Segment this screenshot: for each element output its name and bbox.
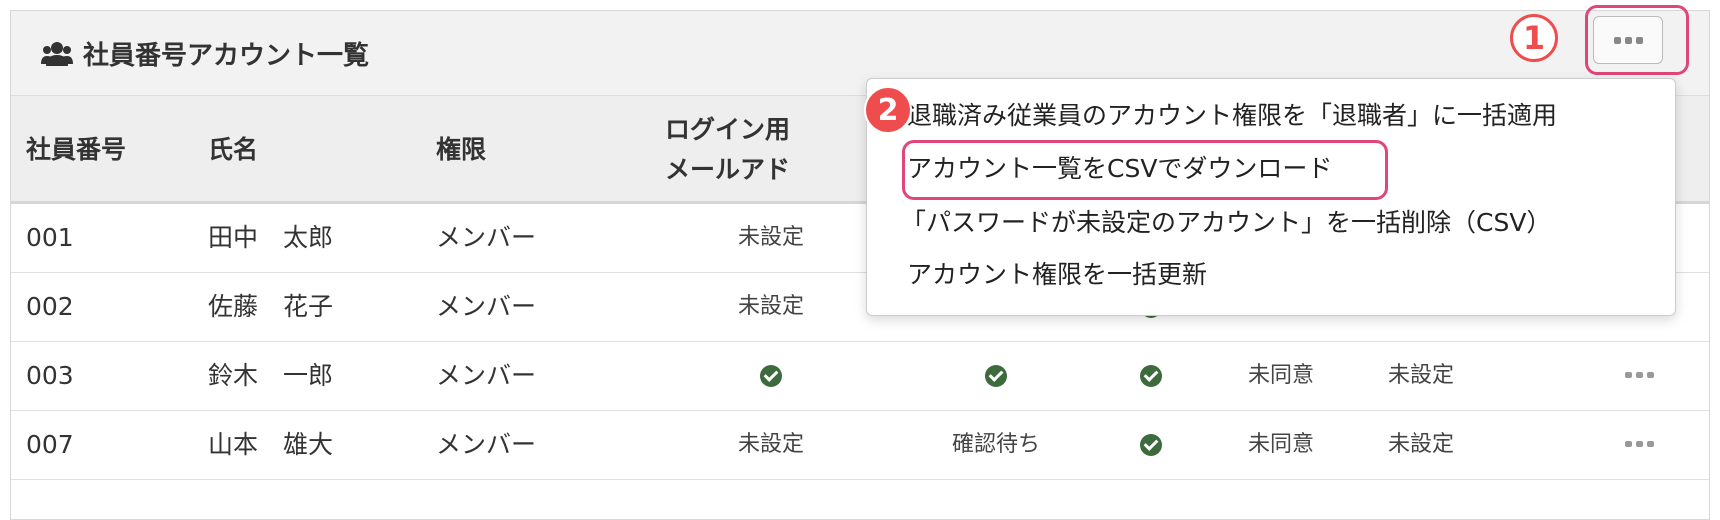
- employee-name: 山本 雄大: [208, 430, 334, 459]
- consent-status: 未同意: [1247, 363, 1314, 388]
- employee-role: メンバー: [436, 223, 537, 252]
- status-col5: 未設定: [1387, 363, 1454, 388]
- header-login-line2: メールアド: [665, 155, 791, 184]
- employee-role: メンバー: [436, 292, 537, 321]
- check-icon: [760, 365, 782, 387]
- step-1-marker: 1: [1510, 14, 1558, 62]
- employee-name: 田中 太郎: [208, 223, 334, 252]
- login-status: 未設定: [737, 294, 804, 319]
- employee-no: 001: [26, 223, 74, 252]
- login-status: 未設定: [737, 225, 804, 250]
- employee-role: メンバー: [436, 361, 537, 390]
- menu-item-apply-retired[interactable]: 退職済み従業員のアカウント権限を「退職者」に一括適用: [907, 96, 1557, 136]
- employee-role: メンバー: [436, 430, 537, 459]
- row-more-button[interactable]: [1625, 372, 1654, 378]
- login-status: [711, 342, 831, 410]
- employee-name: 佐藤 花子: [208, 292, 334, 321]
- confirm-status: [911, 342, 1081, 410]
- check-icon: [1140, 434, 1162, 456]
- confirm-status: 確認待ち: [951, 432, 1040, 457]
- status-col3: [1121, 342, 1181, 410]
- panel-title: 社員番号アカウント一覧: [41, 35, 369, 72]
- more-dots-icon: [1625, 441, 1654, 447]
- employee-no: 003: [26, 361, 74, 390]
- status-col3: [1121, 411, 1181, 479]
- more-dots-icon: [1625, 372, 1654, 378]
- highlight-download-csv: [902, 140, 1388, 200]
- login-status: 未設定: [737, 432, 804, 457]
- status-col5: 未設定: [1387, 432, 1454, 457]
- employee-no: 007: [26, 430, 74, 459]
- table-row: 003 鈴木 一郎 メンバー 未同意 未設定: [11, 342, 1709, 411]
- menu-item-delete-unset-password[interactable]: 「パスワードが未設定のアカウント」を一括削除（CSV）: [901, 203, 1551, 243]
- row-more-button[interactable]: [1625, 441, 1654, 447]
- check-icon: [985, 365, 1007, 387]
- step-2-marker: 2: [864, 86, 912, 134]
- menu-item-bulk-update-role[interactable]: アカウント権限を一括更新: [907, 255, 1207, 295]
- highlight-more-button: [1585, 5, 1689, 75]
- employee-no: 002: [26, 292, 74, 321]
- check-icon: [1140, 365, 1162, 387]
- header-login-line1: ログイン用: [665, 115, 791, 144]
- header-name: 氏名: [208, 135, 259, 164]
- header-employee-no: 社員番号: [26, 135, 127, 164]
- table-row: 007 山本 雄大 メンバー 未設定 確認待ち 未同意 未設定: [11, 411, 1709, 480]
- users-icon: [41, 41, 73, 66]
- consent-status: 未同意: [1247, 432, 1314, 457]
- header-role: 権限: [436, 135, 487, 164]
- panel-title-text: 社員番号アカウント一覧: [83, 41, 370, 71]
- employee-name: 鈴木 一郎: [208, 361, 334, 390]
